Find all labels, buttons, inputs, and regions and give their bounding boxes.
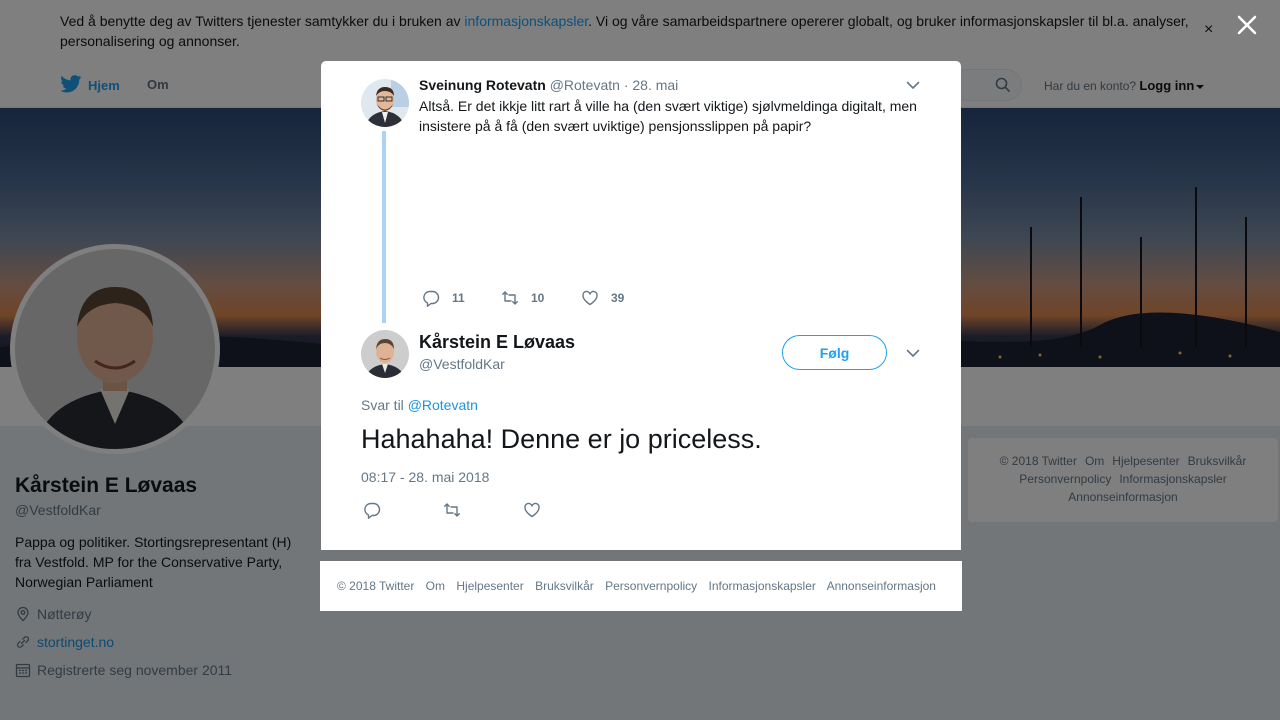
footer-link-cookies[interactable]: Informasjonskapsler — [709, 579, 816, 593]
avatar[interactable] — [361, 79, 409, 127]
footer-link-privacy[interactable]: Personvernpolicy — [605, 579, 697, 593]
like-button[interactable] — [523, 501, 553, 519]
avatar[interactable] — [361, 330, 409, 378]
retweet-count: 10 — [531, 291, 545, 305]
chevron-down-icon[interactable] — [906, 80, 920, 90]
reply-icon — [364, 502, 381, 519]
tweet-text: Hahahaha! Denne er jo priceless. — [361, 424, 762, 454]
retweet-icon — [502, 291, 518, 305]
heart-icon — [524, 502, 540, 518]
parent-tweet-text: Altså. Er det ikkje litt rart å ville ha… — [419, 98, 917, 134]
rotevatn-avatar-image — [361, 79, 409, 127]
reply-context: Svar til @Rotevatn — [361, 397, 478, 413]
tweet-author-name[interactable]: Kårstein E Løvaas — [419, 332, 575, 353]
reply-count: 11 — [452, 291, 465, 305]
footer-link-about[interactable]: Om — [426, 579, 445, 593]
modal-footer: © 2018 Twitter Om Hjelpesenter Bruksvilk… — [320, 561, 962, 611]
tweet-modal: Sveinung Rotevatn @Rotevatn · 28. mai Al… — [321, 61, 961, 550]
close-icon[interactable] — [1232, 10, 1262, 40]
follow-button[interactable]: Følg — [782, 335, 887, 370]
footer-link-help[interactable]: Hjelpesenter — [456, 579, 523, 593]
heart-icon — [582, 290, 598, 306]
footer-link-terms[interactable]: Bruksvilkår — [535, 579, 594, 593]
parent-like-button[interactable]: 39 — [581, 289, 624, 307]
reply-button[interactable] — [363, 501, 393, 519]
parent-tweet-header: Sveinung Rotevatn @Rotevatn · 28. mai — [419, 77, 678, 93]
reply-prefix: Svar til — [361, 397, 404, 413]
parent-tweet-date[interactable]: · 28. mai — [624, 77, 678, 93]
footer-link-ads[interactable]: Annonseinformasjon — [827, 579, 936, 593]
thread-connector-line — [382, 131, 386, 323]
reply-to-link[interactable]: @Rotevatn — [408, 397, 478, 413]
parent-tweet-author-name[interactable]: Sveinung Rotevatn — [419, 77, 546, 93]
parent-retweet-button[interactable]: 10 — [501, 289, 544, 307]
footer-copyright: © 2018 Twitter — [337, 579, 415, 593]
tweet-author-handle[interactable]: @VestfoldKar — [419, 356, 505, 372]
reply-icon — [423, 290, 440, 307]
parent-tweet-author-handle[interactable]: @Rotevatn — [550, 77, 620, 93]
chevron-down-icon[interactable] — [906, 348, 920, 358]
retweet-icon — [444, 503, 460, 517]
tweet-timestamp[interactable]: 08:17 - 28. mai 2018 — [361, 469, 489, 485]
parent-reply-button[interactable]: 11 — [422, 289, 465, 307]
lovaas-avatar-image — [361, 330, 409, 378]
retweet-button[interactable] — [443, 501, 473, 519]
like-count: 39 — [611, 291, 625, 305]
